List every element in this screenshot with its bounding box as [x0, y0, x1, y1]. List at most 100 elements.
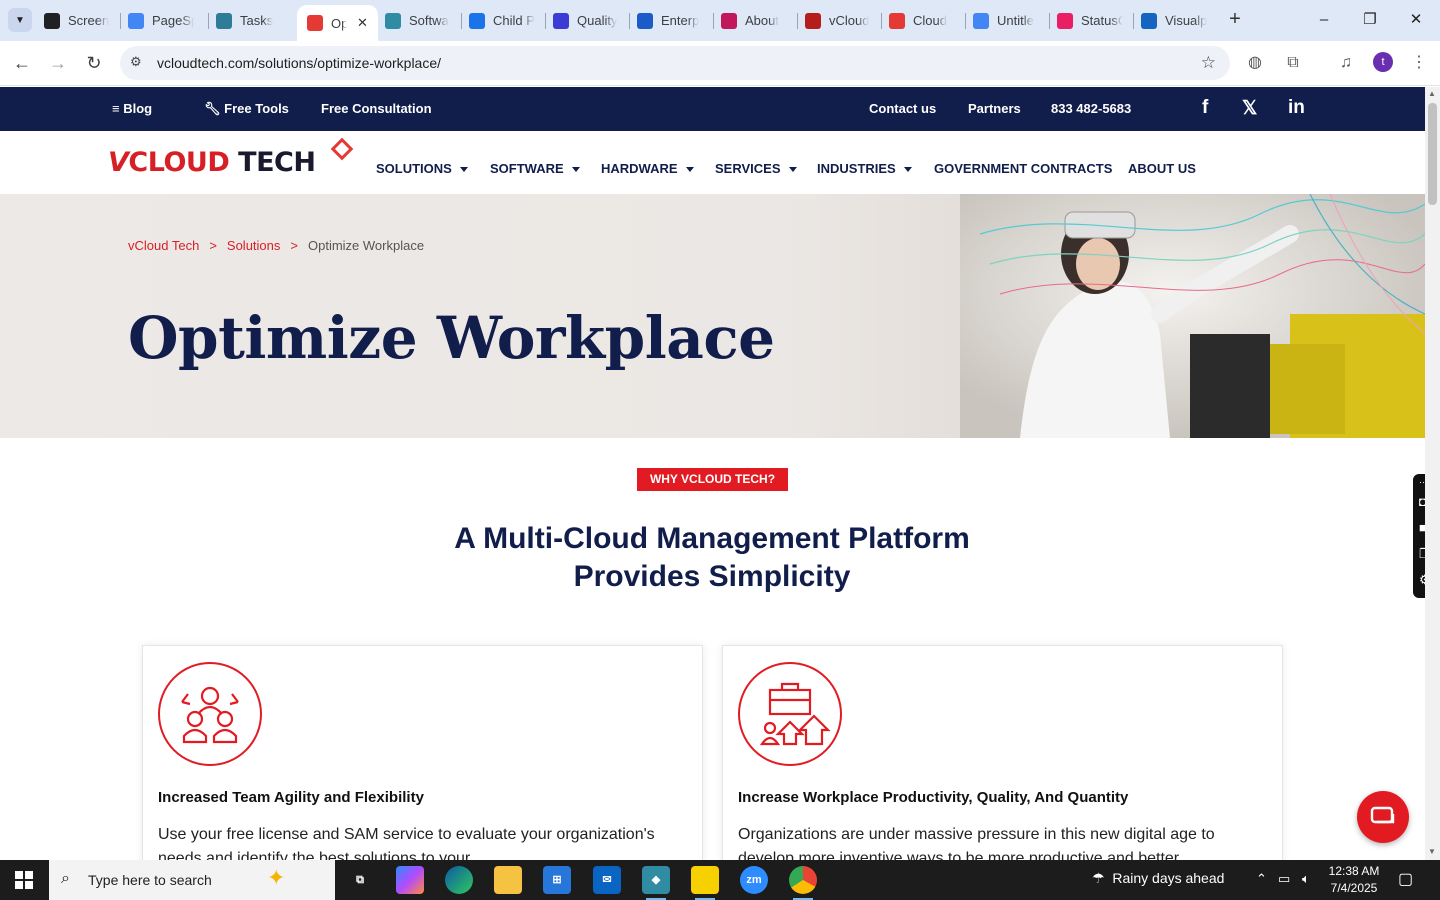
vcloud-tech-logo[interactable]: VCLOUD TECH — [108, 147, 316, 178]
browser-tab[interactable]: PageSp — [128, 8, 194, 33]
tab-separator — [797, 13, 798, 29]
browser-tab[interactable]: Quality — [553, 8, 617, 33]
logo-v: V — [108, 147, 129, 178]
browser-tab[interactable]: About — [721, 8, 779, 33]
scroll-down-arrow-icon[interactable]: ▼ — [1428, 847, 1436, 856]
contact-link[interactable]: Contact us — [869, 101, 936, 116]
minimize-icon[interactable]: – — [1312, 8, 1336, 32]
hero-banner: vCloud Tech > Solutions > Optimize Workplace… — [0, 194, 1425, 438]
browser-tab[interactable]: Child P — [469, 8, 535, 33]
free-consultation-link[interactable]: Free Consultation — [321, 101, 432, 116]
taskbar-search-box[interactable]: ⌕ Type here to search ✦ — [49, 860, 335, 900]
microsoft-store-icon[interactable]: ⊞ — [543, 866, 571, 894]
restore-icon[interactable]: ❐ — [1358, 8, 1382, 32]
breadcrumb-current: Optimize Workplace — [307, 238, 425, 253]
address-bar[interactable]: ⚙ vcloudtech.com/solutions/optimize-work… — [120, 46, 1230, 80]
close-window-icon[interactable]: ✕ — [1404, 8, 1428, 32]
translate-globe-icon[interactable]: ◍ — [1244, 52, 1266, 74]
scroll-up-arrow-icon[interactable]: ▲ — [1428, 89, 1436, 98]
phone-link[interactable]: 833 482-5683 — [1051, 101, 1131, 116]
volume-speaker-icon[interactable]: 🔈︎ — [1302, 871, 1310, 887]
nav-government-contracts[interactable]: GOVERNMENT CONTRACTS — [934, 161, 1112, 176]
task-view-icon[interactable]: ⧉ — [346, 866, 374, 894]
why-vcloud-badge: WHY VCLOUD TECH? — [637, 468, 788, 491]
browser-tab[interactable]: Screen — [44, 8, 109, 33]
nav-solutions[interactable]: SOLUTIONS — [376, 161, 468, 176]
chat-bubble-button[interactable] — [1357, 791, 1409, 843]
breadcrumb-solutions[interactable]: Solutions — [227, 238, 280, 253]
productivity-icon — [738, 662, 842, 766]
site-top-bar: ≡ Blog 🔧︎ Free Tools Free Consultation C… — [0, 87, 1425, 131]
blog-link[interactable]: ≡ Blog — [112, 101, 152, 116]
x-twitter-icon[interactable]: 𝕏 — [1242, 97, 1257, 120]
tab-title: Untitle — [997, 13, 1034, 28]
profile-avatar[interactable]: t — [1373, 52, 1393, 72]
sticky-notes-icon[interactable] — [691, 866, 719, 900]
browser-tab[interactable]: Tasks — [216, 8, 273, 33]
free-tools-label: Free Tools — [224, 101, 289, 116]
extensions-puzzle-icon[interactable]: ⧉ — [1282, 52, 1304, 74]
tab-separator — [629, 13, 630, 29]
network-icon[interactable]: ▭ — [1278, 871, 1290, 887]
tab-title: Child P — [493, 13, 535, 28]
caret-down-icon — [903, 167, 912, 173]
wrench-icon: 🔧︎ — [204, 101, 221, 116]
linkedin-icon[interactable]: in — [1288, 97, 1305, 119]
section-title-line1: A Multi-Cloud Management Platform — [454, 522, 970, 555]
nav-industries[interactable]: INDUSTRIES — [817, 161, 912, 176]
nav-about-us[interactable]: ABOUT US — [1128, 161, 1196, 176]
back-arrow-icon[interactable]: ← — [10, 51, 34, 75]
new-tab-plus-icon[interactable]: + — [1224, 8, 1246, 32]
clock-time: 12:38 AM — [1328, 864, 1380, 878]
browser-tab[interactable]: vCloud — [805, 8, 869, 33]
nav-hardware[interactable]: HARDWARE — [601, 161, 694, 176]
tab-favicon-icon — [385, 12, 401, 29]
browser-tab[interactable]: Untitle — [973, 8, 1034, 33]
taskbar-app-diamond-icon[interactable]: ◆ — [642, 866, 670, 900]
edge-browser-icon[interactable] — [445, 866, 473, 894]
tab-favicon-icon — [216, 12, 232, 29]
bookmark-star-icon[interactable]: ☆ — [1201, 53, 1216, 73]
team-agility-icon — [158, 662, 262, 766]
tab-close-icon[interactable]: ✕ — [357, 15, 368, 31]
facebook-icon[interactable]: f — [1202, 97, 1208, 119]
tab-search-chevron-icon[interactable]: ▼ — [8, 8, 32, 32]
free-tools-link[interactable]: 🔧︎ Free Tools — [204, 101, 289, 117]
browser-tab[interactable]: Cloud — [889, 8, 947, 33]
copilot-icon[interactable] — [396, 866, 424, 894]
benefit-card-productivity: Increase Workplace Productivity, Quality… — [722, 645, 1283, 875]
nav-software[interactable]: SOFTWARE — [490, 161, 580, 176]
media-controls-icon[interactable]: ♫ — [1335, 52, 1357, 74]
tab-separator — [1049, 13, 1050, 29]
notifications-icon[interactable]: ▢ — [1398, 869, 1413, 889]
partners-link[interactable]: Partners — [968, 101, 1021, 116]
browser-tab[interactable]: Op ✕ — [297, 5, 378, 41]
scrollbar-thumb[interactable] — [1428, 103, 1437, 205]
browser-tab[interactable]: Enterp — [637, 8, 699, 33]
forward-arrow-icon[interactable]: → — [46, 51, 70, 75]
tab-title: Enterp — [661, 13, 700, 28]
page-scrollbar[interactable]: ▲ ▼ — [1425, 87, 1440, 860]
zoom-app-icon[interactable]: zm — [740, 866, 768, 894]
nav-services-label: SERVICES — [715, 161, 781, 176]
chrome-browser-icon[interactable] — [789, 866, 817, 900]
mail-envelope-icon[interactable]: ✉ — [593, 866, 621, 894]
tray-chevron-up-icon[interactable]: ⌃ — [1256, 871, 1267, 887]
system-clock[interactable]: 12:38 AM 7/4/2025 — [1322, 863, 1386, 897]
file-explorer-folder-icon[interactable] — [494, 866, 522, 894]
url-text[interactable]: vcloudtech.com/solutions/optimize-workpl… — [157, 55, 441, 71]
tab-separator — [1133, 13, 1134, 29]
page-title: Optimize Workplace — [128, 304, 775, 372]
browser-tab[interactable]: StatusC — [1057, 8, 1123, 33]
nav-industries-label: INDUSTRIES — [817, 161, 896, 176]
tab-title: Quality — [577, 13, 618, 28]
weather-widget[interactable]: ☂ Rainy days ahead — [1092, 870, 1224, 887]
nav-services[interactable]: SERVICES — [715, 161, 797, 176]
browser-tab[interactable]: Visualp — [1141, 8, 1207, 33]
browser-tab[interactable]: Softwa — [385, 8, 449, 33]
reload-icon[interactable]: ↻ — [82, 51, 106, 75]
browser-menu-kebab-icon[interactable]: ⋮ — [1408, 52, 1430, 74]
start-windows-icon[interactable] — [0, 860, 48, 900]
site-info-icon[interactable]: ⚙ — [130, 54, 142, 70]
breadcrumb-home[interactable]: vCloud Tech — [128, 238, 199, 253]
